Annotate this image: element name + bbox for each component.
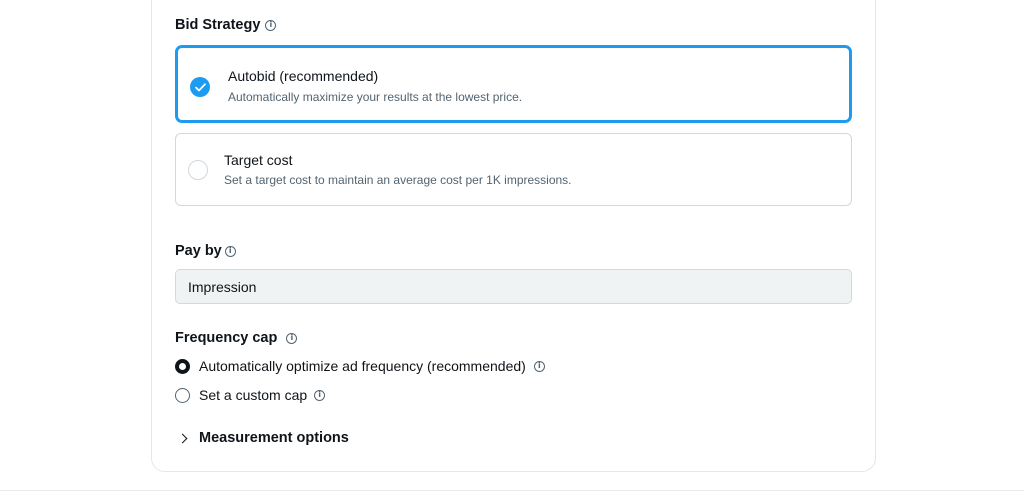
info-icon[interactable]: i: [533, 360, 545, 372]
frequency-cap-title: Frequency cap: [175, 330, 278, 346]
chevron-right-icon: [177, 433, 188, 443]
autobid-description: Automatically maximize your results at t…: [228, 90, 523, 104]
info-icon[interactable]: i: [314, 389, 326, 401]
bid-strategy-title: Bid Strategy: [175, 17, 261, 33]
frequency-auto-option[interactable]: Automatically optimize ad frequency (rec…: [175, 358, 545, 374]
autobid-title: Autobid (recommended): [228, 68, 379, 84]
divider: [0, 490, 1024, 491]
bid-strategy-heading: Bid Strategy i: [175, 17, 277, 33]
info-icon[interactable]: i: [286, 332, 298, 344]
frequency-custom-option[interactable]: Set a custom cap i: [175, 387, 326, 403]
info-icon[interactable]: i: [224, 245, 236, 257]
measurement-options-label: Measurement options: [199, 430, 349, 446]
target-cost-option-card[interactable]: Target cost Set a target cost to maintai…: [175, 133, 852, 206]
frequency-auto-radio[interactable]: [175, 358, 190, 374]
autobid-option-card[interactable]: Autobid (recommended) Automatically maxi…: [175, 45, 852, 123]
checkmark-icon: [190, 77, 210, 97]
pay-by-field[interactable]: Impression: [175, 269, 852, 304]
frequency-auto-label: Automatically optimize ad frequency (rec…: [199, 358, 526, 374]
frequency-custom-label: Set a custom cap: [199, 387, 308, 403]
pay-by-heading: Pay by i: [175, 243, 236, 259]
target-cost-description: Set a target cost to maintain an average…: [224, 173, 572, 187]
frequency-custom-radio[interactable]: [175, 387, 190, 403]
pay-by-title: Pay by: [175, 243, 222, 259]
target-cost-title: Target cost: [224, 152, 293, 168]
frequency-cap-heading: Frequency cap i: [175, 330, 298, 346]
pay-by-value: Impression: [188, 278, 257, 295]
page: Bid Strategy i Autobid (recommended) Aut…: [0, 0, 1024, 503]
info-icon[interactable]: i: [265, 19, 277, 31]
measurement-options-toggle[interactable]: Measurement options: [177, 430, 349, 446]
target-cost-radio[interactable]: [188, 160, 208, 180]
